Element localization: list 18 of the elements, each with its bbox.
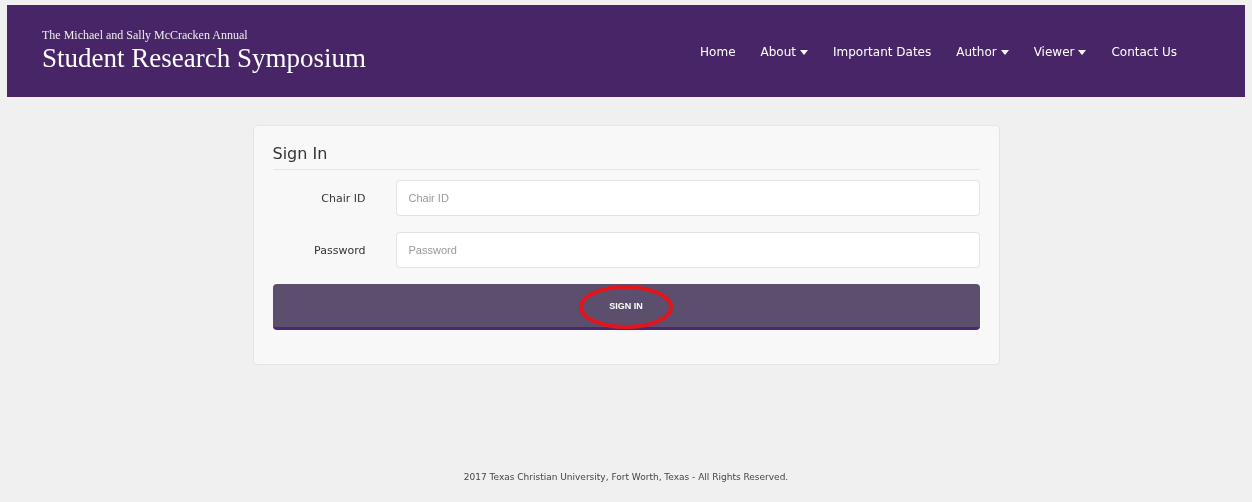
caret-icon (800, 49, 808, 55)
nav-link[interactable]: Home (700, 45, 736, 59)
input-field[interactable]: Chair ID (395, 180, 980, 216)
nav-link[interactable]: About (760, 45, 808, 59)
nav-link[interactable]: Author (956, 45, 1009, 59)
card-title: Sign In (272, 144, 980, 170)
footer-text: 2017 Texas Christian University, Fort Worth, Texas - All Rights Reserved. (463, 472, 789, 482)
nav-link[interactable]: Viewer (1033, 45, 1087, 59)
site-title[interactable]: Student Research Symposium (42, 43, 366, 73)
input-field[interactable]: Password (395, 232, 980, 268)
nav-link[interactable]: Important Dates (833, 45, 932, 59)
site-subtitle: The Michael and Sally McCracken Annual (42, 28, 249, 43)
sign-in-button[interactable]: SIGN IN (272, 284, 980, 330)
field-label: Password (313, 243, 366, 257)
field-label: Chair ID (320, 191, 366, 205)
caret-icon (1078, 49, 1087, 55)
nav-link[interactable]: Contact Us (1111, 45, 1177, 59)
caret-icon (1000, 49, 1009, 55)
